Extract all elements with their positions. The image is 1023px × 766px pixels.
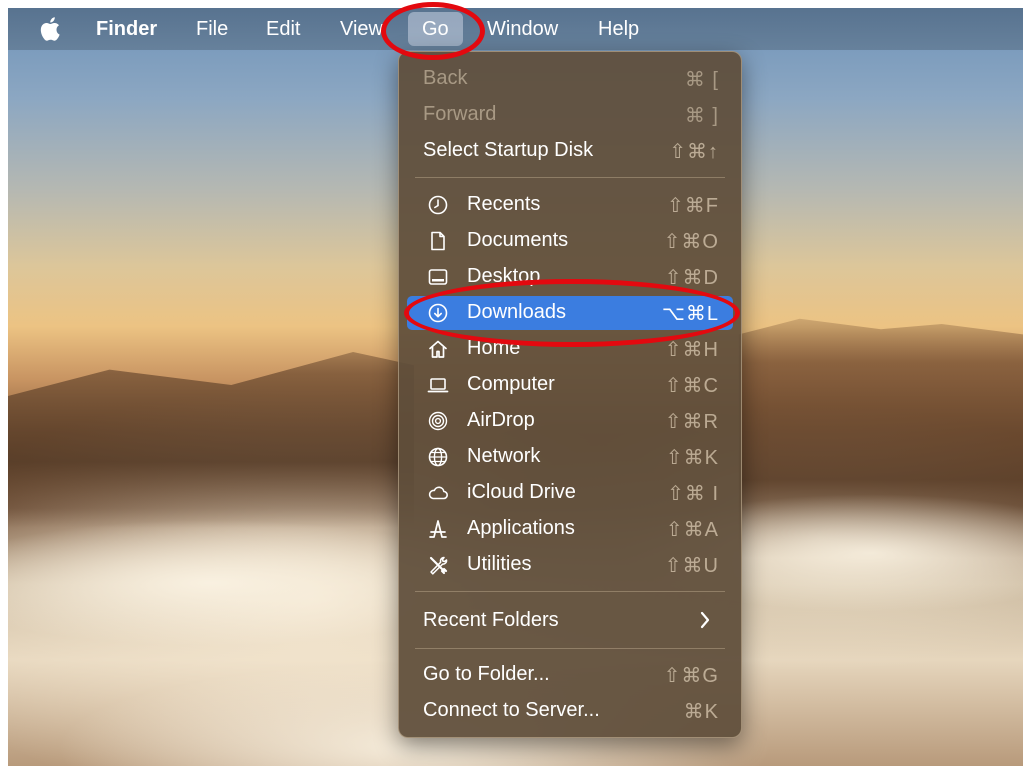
tools-icon bbox=[427, 554, 449, 576]
chevron-right-icon bbox=[699, 610, 711, 636]
menu-item-shortcut: ⇧⌘R bbox=[664, 411, 719, 433]
menu-item-shortcut: ⇧⌘ I bbox=[667, 483, 719, 505]
menu-item-desktop[interactable]: Desktop ⇧⌘D bbox=[407, 260, 733, 294]
menu-item-select-startup-disk[interactable]: Select Startup Disk ⇧⌘↑ bbox=[407, 134, 733, 168]
menu-item-shortcut: ⌘K bbox=[683, 701, 719, 723]
menu-item-utilities[interactable]: Utilities ⇧⌘U bbox=[407, 548, 733, 582]
go-menu-dropdown: Back ⌘ [ Forward ⌘ ] Select Startup Disk… bbox=[398, 51, 742, 738]
menu-item-shortcut: ⇧⌘U bbox=[664, 555, 719, 577]
menu-separator bbox=[415, 591, 725, 592]
menu-item-shortcut: ⇧⌘D bbox=[664, 267, 719, 289]
airdrop-icon bbox=[427, 410, 449, 432]
menu-item-label: Utilities bbox=[467, 553, 532, 575]
menu-item-label: Documents bbox=[467, 229, 569, 251]
menu-item-label: Network bbox=[467, 445, 541, 467]
menubar-go[interactable]: Go bbox=[408, 12, 463, 46]
menu-separator bbox=[415, 177, 725, 178]
desktop-icon bbox=[427, 266, 449, 288]
menu-item-downloads[interactable]: Downloads ⌥⌘L bbox=[407, 296, 733, 330]
menu-item-go-to-folder[interactable]: Go to Folder... ⇧⌘G bbox=[407, 658, 733, 692]
document-icon bbox=[427, 230, 449, 252]
menu-item-shortcut: ⇧⌘K bbox=[665, 447, 719, 469]
menu-item-connect-to-server[interactable]: Connect to Server... ⌘K bbox=[407, 694, 733, 728]
menu-item-label: Home bbox=[467, 337, 521, 359]
cloud-icon bbox=[427, 482, 449, 504]
menu-item-back[interactable]: Back ⌘ [ bbox=[407, 62, 733, 96]
menu-item-applications[interactable]: Applications ⇧⌘A bbox=[407, 512, 733, 546]
applications-icon bbox=[427, 518, 449, 540]
menu-item-documents[interactable]: Documents ⇧⌘O bbox=[407, 224, 733, 258]
menu-item-label: Recent Folders bbox=[423, 609, 559, 631]
menu-item-label: Downloads bbox=[467, 301, 566, 323]
menubar-window[interactable]: Window bbox=[487, 8, 558, 50]
menu-item-shortcut: ⇧⌘O bbox=[663, 231, 719, 253]
menu-item-label: Back bbox=[423, 67, 468, 89]
menu-item-label: Computer bbox=[467, 373, 555, 395]
menu-item-shortcut: ⇧⌘F bbox=[667, 195, 719, 217]
menu-item-network[interactable]: Network ⇧⌘K bbox=[407, 440, 733, 474]
menu-item-shortcut: ⇧⌘↑ bbox=[669, 141, 719, 163]
clock-icon bbox=[427, 194, 449, 216]
menu-item-shortcut: ⌥⌘L bbox=[661, 303, 719, 325]
menu-item-shortcut: ⇧⌘H bbox=[664, 339, 719, 361]
apple-logo-icon[interactable] bbox=[38, 15, 64, 43]
menu-item-airdrop[interactable]: AirDrop ⇧⌘R bbox=[407, 404, 733, 438]
menu-item-label: iCloud Drive bbox=[467, 481, 576, 503]
menu-item-forward[interactable]: Forward ⌘ ] bbox=[407, 98, 733, 132]
menu-item-label: AirDrop bbox=[467, 409, 535, 431]
menu-item-label: Forward bbox=[423, 103, 497, 125]
menu-item-label: Select Startup Disk bbox=[423, 139, 594, 161]
menu-item-home[interactable]: Home ⇧⌘H bbox=[407, 332, 733, 366]
menu-item-computer[interactable]: Computer ⇧⌘C bbox=[407, 368, 733, 402]
menubar-edit[interactable]: Edit bbox=[266, 8, 300, 50]
menubar-help[interactable]: Help bbox=[598, 8, 639, 50]
menu-item-shortcut: ⌘ ] bbox=[684, 105, 719, 127]
menu-item-label: Go to Folder... bbox=[423, 663, 550, 685]
globe-icon bbox=[427, 446, 449, 468]
menu-item-shortcut: ⇧⌘G bbox=[663, 665, 719, 687]
home-icon bbox=[427, 338, 449, 360]
menu-item-shortcut: ⌘ [ bbox=[684, 69, 719, 91]
menu-item-label: Recents bbox=[467, 193, 541, 215]
laptop-icon bbox=[427, 374, 449, 396]
menu-item-recent-folders[interactable]: Recent Folders bbox=[407, 604, 733, 638]
menubar-file[interactable]: File bbox=[196, 8, 228, 50]
menubar-view[interactable]: View bbox=[340, 8, 383, 50]
menu-item-recents[interactable]: Recents ⇧⌘F bbox=[407, 188, 733, 222]
menubar-app-name[interactable]: Finder bbox=[96, 8, 157, 50]
download-icon bbox=[427, 302, 449, 324]
menu-item-shortcut: ⇧⌘C bbox=[664, 375, 719, 397]
menu-item-label: Desktop bbox=[467, 265, 541, 287]
menubar: Finder File Edit View Go Window Help bbox=[8, 8, 1023, 50]
menu-separator bbox=[415, 648, 725, 649]
menu-item-shortcut: ⇧⌘A bbox=[665, 519, 719, 541]
menu-item-icloud-drive[interactable]: iCloud Drive ⇧⌘ I bbox=[407, 476, 733, 510]
menu-item-label: Connect to Server... bbox=[423, 699, 600, 721]
menu-item-label: Applications bbox=[467, 517, 575, 539]
